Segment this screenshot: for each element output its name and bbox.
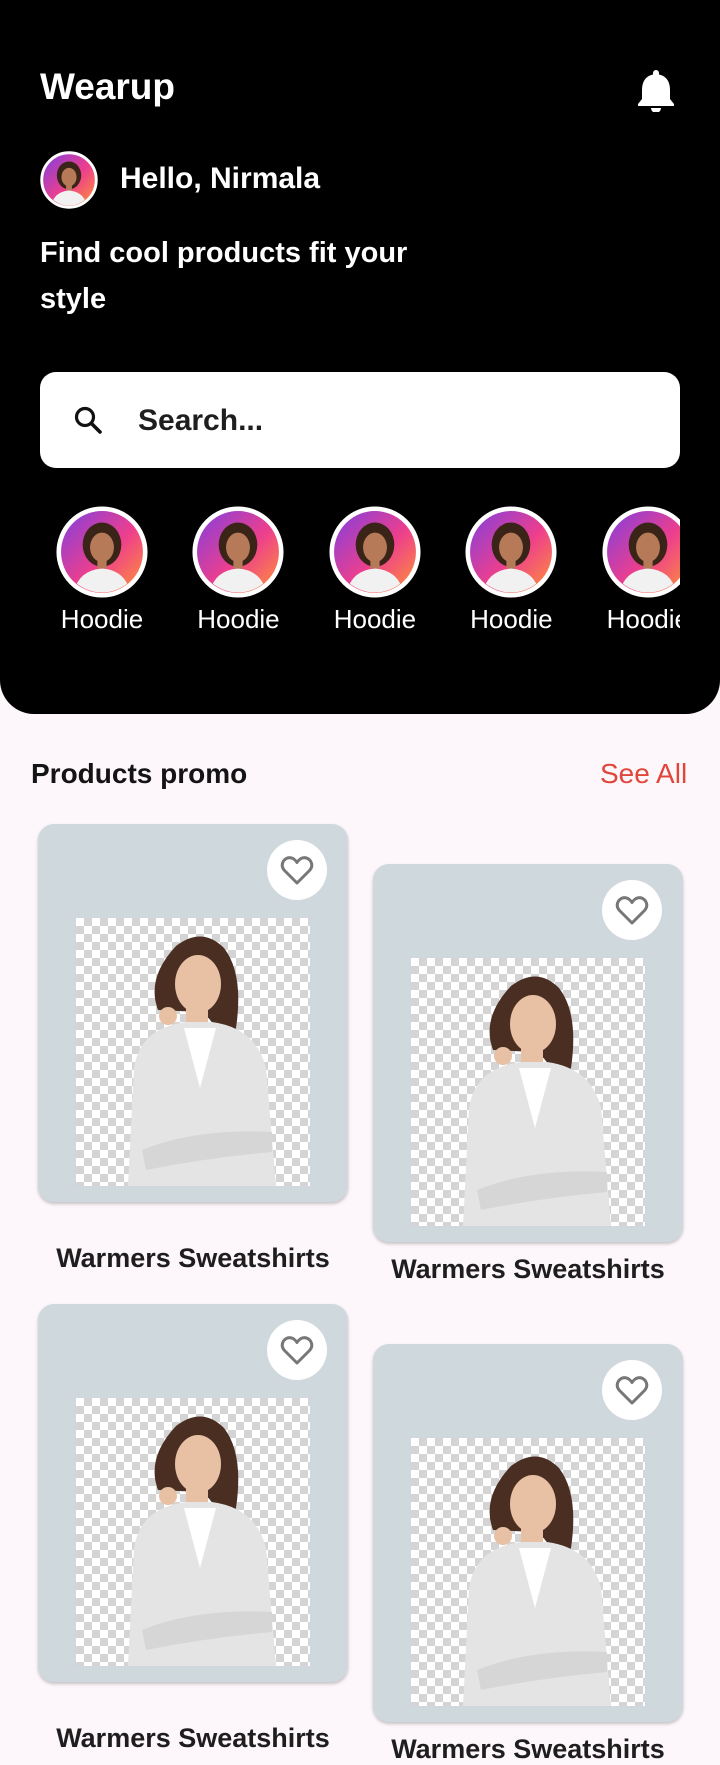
search-bar[interactable] [40,372,680,468]
search-icon [74,406,102,434]
bell-icon[interactable] [636,68,676,112]
favorite-button[interactable] [267,1320,327,1380]
category-item[interactable]: Hoodie [602,506,680,635]
favorite-button[interactable] [602,880,662,940]
product-name: Warmers Sweatshirts [56,1723,330,1753]
product-card[interactable] [373,864,683,1242]
category-label: Hoodie [60,604,144,634]
product-name: Warmers Sweatshirts [56,1243,330,1273]
product-image [411,958,645,1226]
product-name: Warmers Sweatshirts [391,1734,665,1764]
category-label: Hoodie [606,604,680,634]
search-input[interactable] [136,394,640,448]
product-card[interactable] [38,1304,348,1682]
favorite-button[interactable] [267,840,327,900]
heart-outline-icon [280,1336,314,1365]
see-all-link[interactable]: See All [600,758,687,790]
category-avatar [465,506,557,598]
category-label: Hoodie [470,604,553,634]
heart-outline-icon [615,896,649,925]
product-name: Warmers Sweatshirts [391,1254,665,1284]
category-avatar [56,506,148,598]
category-avatar [602,506,680,598]
header-panel: Wearup Hello, Nirmala Find cool products… [0,0,720,714]
favorite-button[interactable] [602,1360,662,1420]
heart-outline-icon [280,856,314,885]
category-list[interactable]: Hoodie Hoodie Hoodie Hoodie Hoodie [56,506,680,636]
product-image [411,1438,645,1706]
product-card[interactable] [373,1344,683,1722]
category-item[interactable]: Hoodie [192,506,284,635]
category-avatar [192,506,284,598]
section-title: Products promo [31,758,248,789]
category-item[interactable]: Hoodie [329,506,421,635]
product-image [76,918,310,1186]
greeting-text: Hello, Nirmala [120,162,321,195]
product-card[interactable] [38,824,348,1202]
user-avatar[interactable] [40,151,98,209]
app-title: Wearup [40,66,176,107]
category-avatar [329,506,421,598]
heart-outline-icon [615,1376,649,1405]
category-label: Hoodie [197,604,280,634]
category-label: Hoodie [333,604,417,634]
category-item[interactable]: Hoodie [465,506,557,635]
product-image [76,1398,310,1666]
tagline-text: Find cool products fit your style [40,237,408,315]
category-item[interactable]: Hoodie [56,506,148,635]
